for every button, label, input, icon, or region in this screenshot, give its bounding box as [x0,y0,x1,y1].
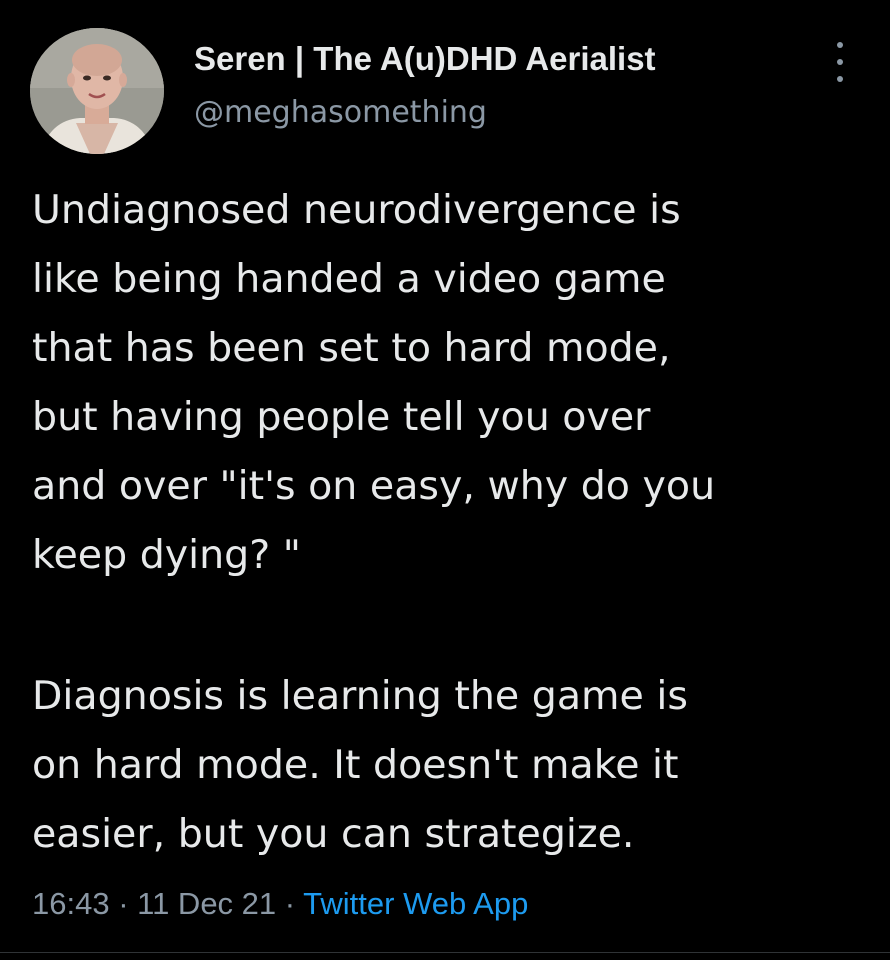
more-dot [837,59,843,65]
tweet: Seren | The A(u)DHD Aerialist @meghasome… [0,0,890,960]
tweet-text-paragraph-1: Undiagnosed neurodivergence is like bein… [32,187,716,578]
tweet-time[interactable]: 16:43 [32,886,110,921]
avatar-photo-icon [30,28,164,154]
tweet-date[interactable]: 11 Dec 21 [137,886,276,921]
tweet-text-paragraph-2: Diagnosis is learning the game is on har… [32,673,688,857]
avatar[interactable] [30,28,164,154]
meta-separator: · [118,886,138,921]
tweet-meta: 16:43 · 11 Dec 21 · Twitter Web App [32,886,528,922]
author-name[interactable]: Seren | The A(u)DHD Aerialist [194,40,656,78]
tweet-source-link[interactable]: Twitter Web App [303,886,528,921]
more-dot [837,76,843,82]
meta-separator: · [284,886,304,921]
more-options-icon[interactable] [826,42,854,82]
divider [0,952,890,953]
more-dot [837,42,843,48]
author-handle[interactable]: @meghasomething [194,95,487,130]
